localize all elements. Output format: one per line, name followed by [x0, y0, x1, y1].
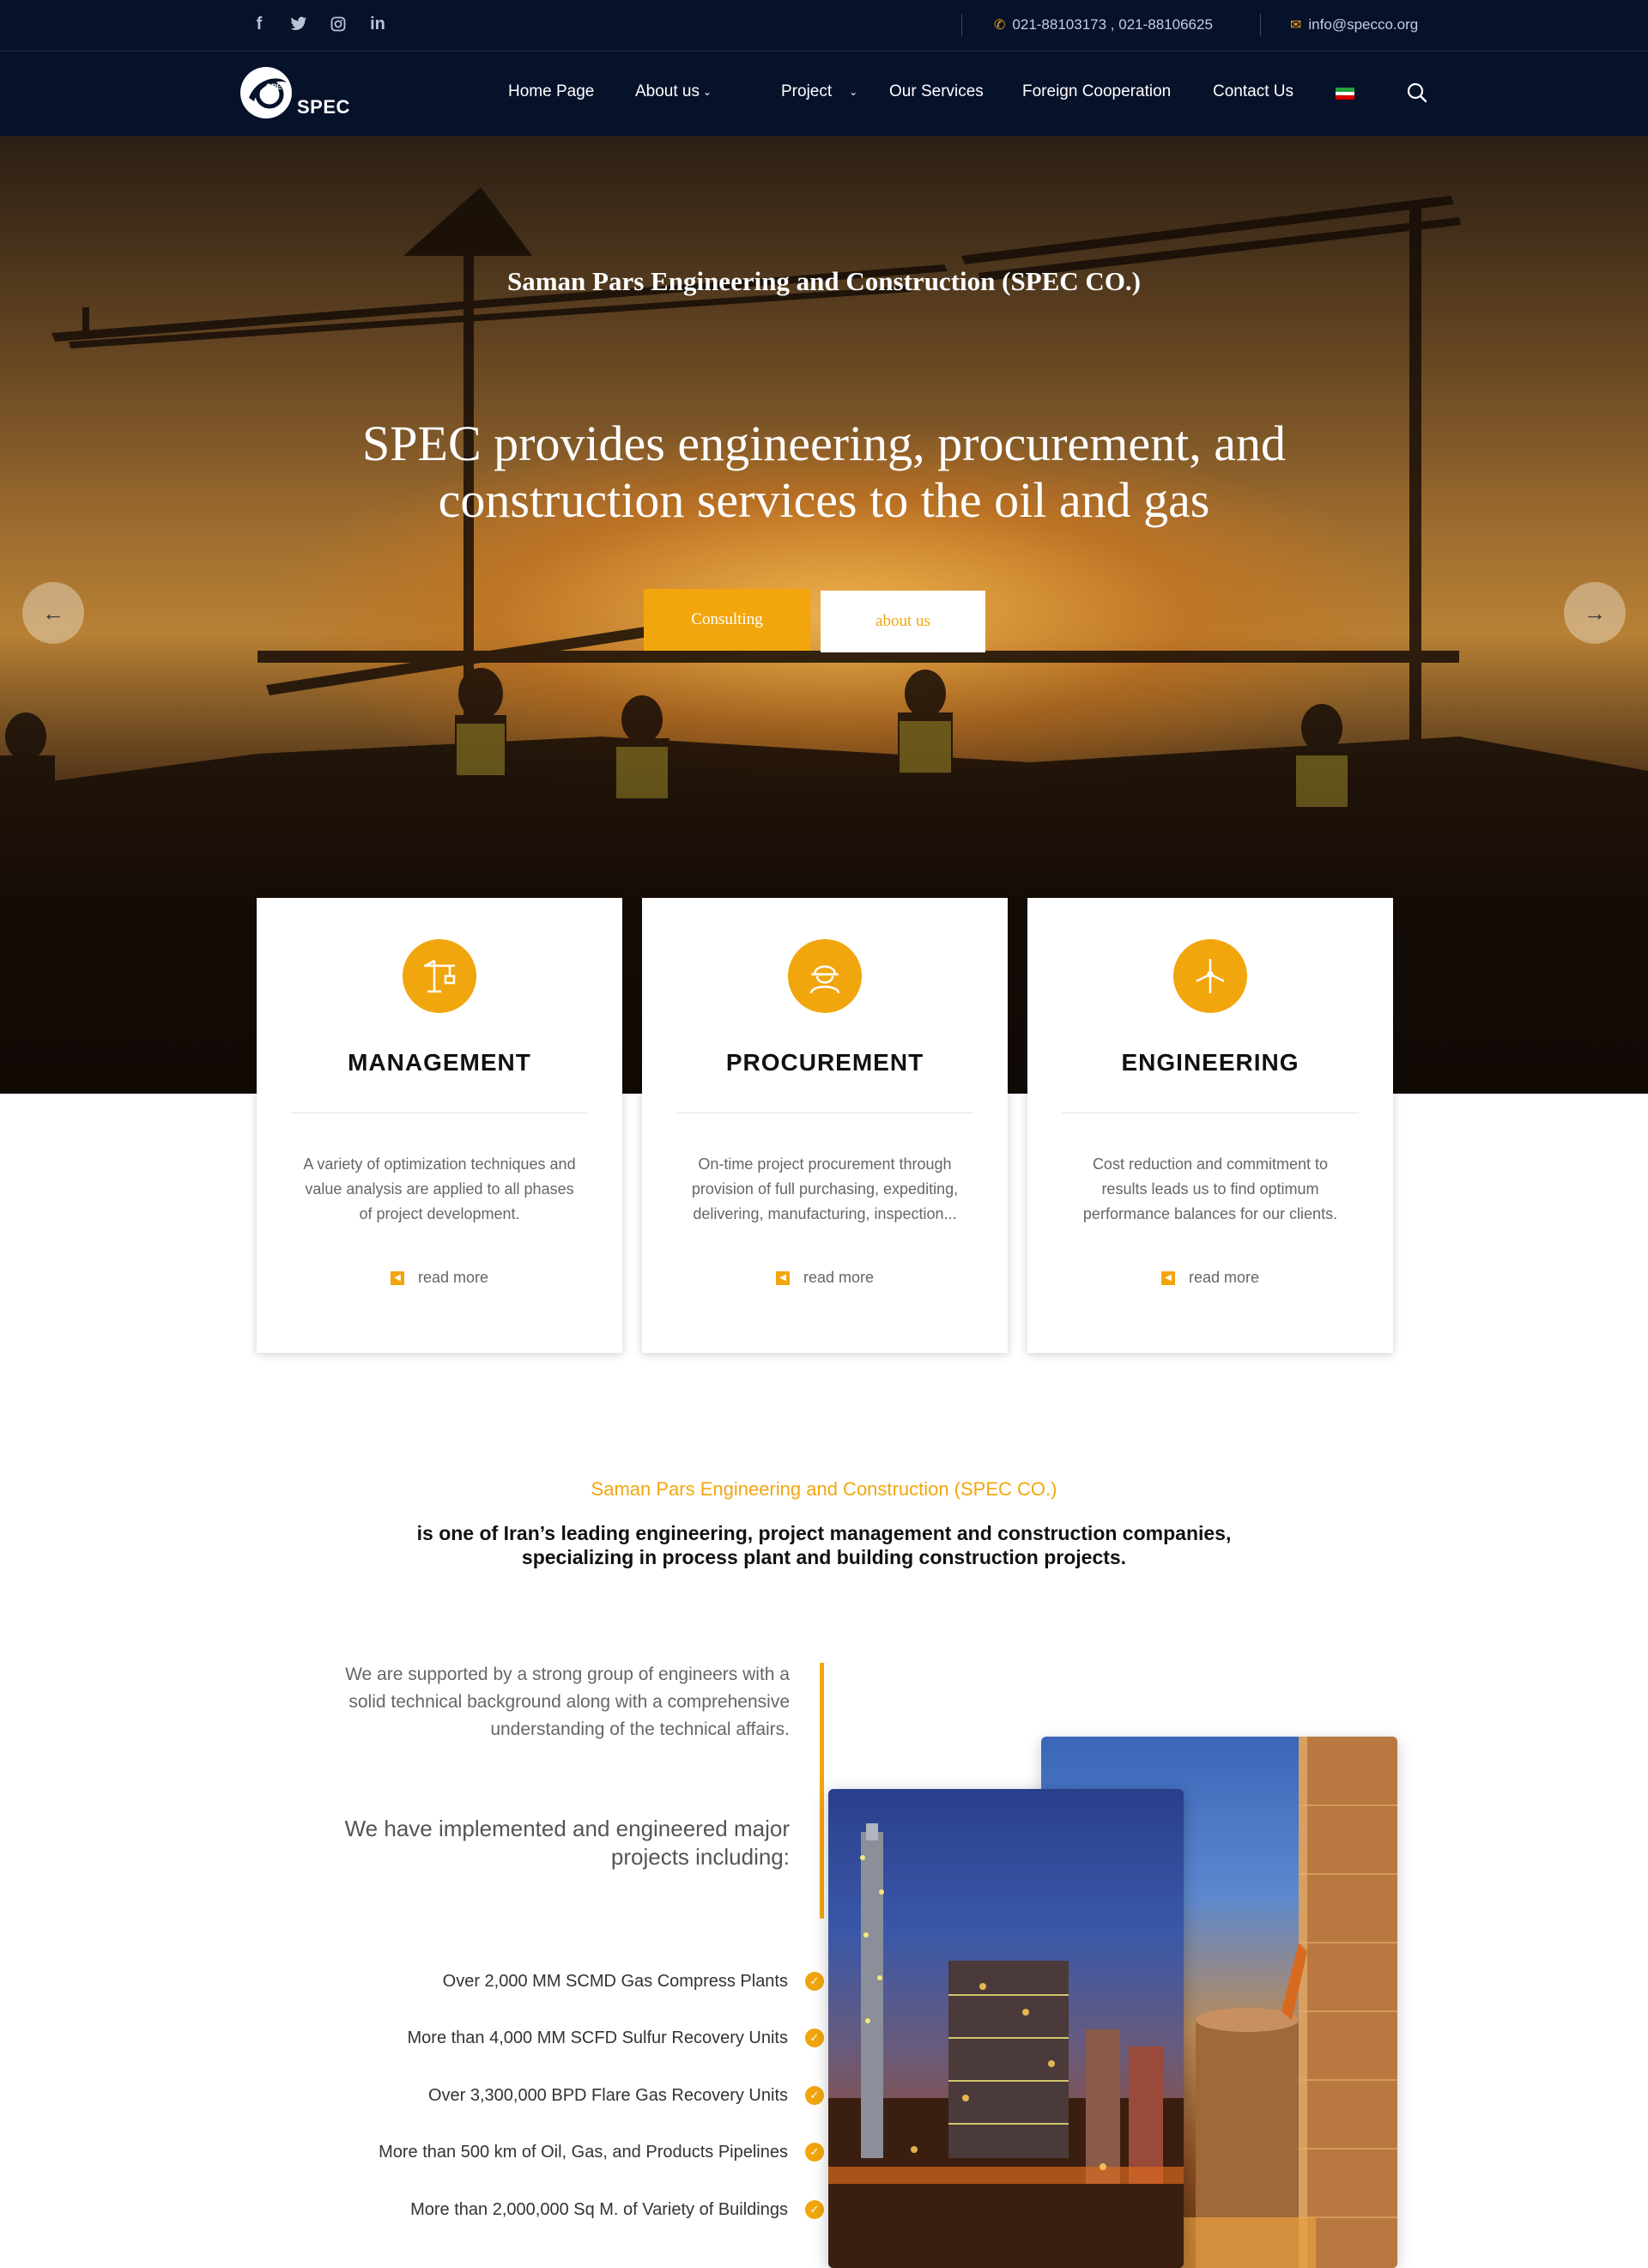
- wind-turbine-icon: [1173, 939, 1247, 1013]
- email-contact[interactable]: ✉ info@specco.org: [1290, 16, 1418, 33]
- card-description: A variety of optimization techniques and…: [303, 1155, 576, 1222]
- card-title: ENGINEERING: [1121, 1049, 1300, 1076]
- worker-icon: [788, 939, 862, 1013]
- project-item: Over 3,300,000 BPD Flare Gas Recovery Un…: [427, 2086, 788, 2105]
- hero-kicker: Saman Pars Engineering and Construction …: [506, 266, 1142, 296]
- arrow-left-icon: ◀: [390, 1270, 404, 1285]
- read-more-link[interactable]: ◀ read more: [642, 1269, 1008, 1287]
- intro-kicker: Saman Pars Engineering and Construction …: [591, 1478, 1057, 1500]
- divider: [961, 14, 962, 36]
- intro-line1: is one of Iran’s leading engineering, pr…: [416, 1522, 1232, 1544]
- consulting-button[interactable]: Consulting: [644, 589, 810, 651]
- nav-foreign-label: Foreign Cooperation: [1022, 82, 1172, 100]
- check-icon: ✓: [805, 2028, 824, 2047]
- project-item: More than 4,000 MM SCFD Sulfur Recovery …: [407, 2028, 789, 2047]
- nav-foreign-cooperation[interactable]: Foreign Cooperation: [1022, 82, 1171, 101]
- service-card-management: MANAGEMENT A variety of optimization tec…: [257, 898, 622, 1353]
- nav-contact[interactable]: Contact Us: [1213, 82, 1294, 101]
- main-navbar: SPEC SPEC Home Page About us ⌄ Project ⌄ O…: [0, 52, 1648, 136]
- check-icon: ✓: [805, 2143, 824, 2162]
- divider: [1260, 14, 1261, 36]
- language-flag-icon[interactable]: [1336, 88, 1354, 100]
- read-more-link[interactable]: ◀ read more: [257, 1269, 622, 1287]
- project-item: More than 500 km of Oil, Gas, and Produc…: [379, 2143, 788, 2162]
- nav-services[interactable]: Our Services: [889, 82, 984, 101]
- check-icon: ✓: [805, 2086, 824, 2105]
- twitter-icon[interactable]: [288, 14, 309, 34]
- phone-numbers: 021-88103173 , 021-88106625: [1012, 16, 1213, 33]
- chevron-down-icon: ⌄: [849, 86, 858, 98]
- social-links: f in: [249, 14, 388, 34]
- support-paragraph: We are supported by a strong group of en…: [345, 1665, 790, 1739]
- hero-headline-line2: construction services to the oil and gas: [438, 472, 1210, 528]
- arrow-left-icon: ◀: [1160, 1270, 1175, 1285]
- email-address: info@specco.org: [1308, 16, 1419, 33]
- logo-text: SPEC: [297, 96, 350, 118]
- search-icon[interactable]: [1405, 81, 1429, 105]
- nav-project-label: Project: [781, 82, 833, 100]
- service-card-procurement: PROCUREMENT On-time project procurement …: [642, 898, 1008, 1353]
- phone-contact[interactable]: ✆ 021-88103173 , 021-88106625: [994, 16, 1213, 33]
- card-description: Cost reduction and commitment to results…: [1082, 1155, 1338, 1222]
- logo-small-text: SPEC: [266, 82, 288, 91]
- nav-home[interactable]: Home Page: [508, 82, 594, 101]
- read-more-label: read more: [803, 1269, 875, 1286]
- top-bar: f in ✆ 021-88103173 , 021-88106625 ✉ inf…: [0, 0, 1648, 52]
- nav-about[interactable]: About us ⌄: [635, 82, 712, 101]
- logo-mark-icon: [240, 67, 292, 118]
- chevron-down-icon: ⌄: [703, 86, 712, 98]
- nav-home-label: Home Page: [508, 82, 595, 100]
- accent-bar: [820, 1663, 824, 1919]
- envelope-icon: ✉: [1290, 18, 1302, 33]
- read-more-label: read more: [1188, 1269, 1260, 1286]
- phone-icon: ✆: [994, 18, 1006, 33]
- card-title: PROCUREMENT: [725, 1049, 924, 1076]
- facebook-icon[interactable]: f: [249, 14, 270, 34]
- check-icon: ✓: [805, 1972, 824, 1991]
- read-more-label: read more: [417, 1269, 489, 1286]
- project-item: More than 2,000,000 Sq M. of Variety of …: [410, 2200, 788, 2219]
- project-item: Over 2,000 MM SCMD Gas Compress Plants: [442, 1972, 788, 1991]
- card-title: MANAGEMENT: [348, 1049, 531, 1076]
- intro-line2: specializing in process plant and buildi…: [521, 1546, 1127, 1568]
- hero-headline-line1: SPEC provides engineering, procurement, …: [362, 415, 1286, 471]
- crane-icon: [403, 939, 476, 1013]
- refinery-image: [828, 1789, 1184, 2268]
- arrow-left-icon: ◀: [775, 1270, 790, 1285]
- service-card-engineering: ENGINEERING Cost reduction and commitmen…: [1027, 898, 1393, 1353]
- implemented-heading: We have implemented and engineered major…: [344, 1816, 790, 1870]
- about-us-button[interactable]: about us: [821, 591, 985, 652]
- linkedin-icon[interactable]: in: [367, 14, 388, 34]
- slider-next-arrow-icon[interactable]: →: [1564, 582, 1626, 644]
- slider-prev-arrow-icon[interactable]: ←: [22, 582, 84, 644]
- read-more-link[interactable]: ◀ read more: [1027, 1269, 1393, 1287]
- check-icon: ✓: [805, 2200, 824, 2219]
- instagram-icon[interactable]: [328, 14, 348, 34]
- site-logo[interactable]: SPEC SPEC: [237, 64, 357, 124]
- intro-statement: is one of Iran’s leading engineering, pr…: [395, 1521, 1253, 1569]
- nav-project[interactable]: Project ⌄: [781, 82, 857, 101]
- nav-about-label: About us: [635, 82, 700, 100]
- nav-contact-label: Contact Us: [1213, 82, 1294, 100]
- nav-services-label: Our Services: [889, 82, 984, 100]
- card-description: On-time project procurement through prov…: [691, 1155, 959, 1222]
- hero-headline: SPEC provides engineering, procurement, …: [309, 415, 1339, 529]
